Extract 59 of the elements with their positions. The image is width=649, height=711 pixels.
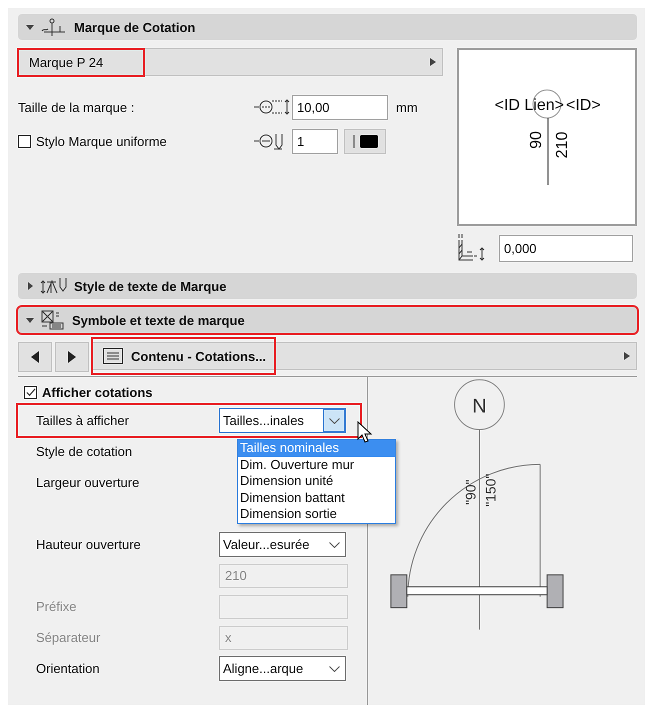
previous-button[interactable] bbox=[18, 342, 52, 372]
dropdown[interactable]: Tailles...inales bbox=[219, 408, 346, 433]
dropdown-option[interactable]: Dimension sortie bbox=[238, 506, 395, 522]
field-label: Séparateur bbox=[36, 630, 102, 645]
collapse-triangle-icon[interactable] bbox=[26, 316, 34, 324]
preview-text: 90 bbox=[528, 131, 545, 149]
left-arrow-icon bbox=[31, 351, 39, 363]
section-title: Style de texte de Marque bbox=[74, 278, 226, 294]
width-label: "90" bbox=[462, 480, 479, 505]
collapse-triangle-icon[interactable] bbox=[26, 23, 34, 31]
checkbox-label: Afficher cotations bbox=[42, 384, 153, 400]
dropdown[interactable]: Valeur...esurée bbox=[219, 532, 346, 557]
page-label: Contenu - Cotations... bbox=[131, 348, 266, 364]
section-title: Symbole et texte de marque bbox=[72, 312, 245, 328]
section-header[interactable]: Symbole et texte de marque bbox=[18, 307, 637, 333]
field-label: Tailles à afficher bbox=[36, 413, 130, 428]
symbol-text-icon bbox=[40, 310, 66, 330]
submenu-arrow-icon bbox=[624, 352, 630, 360]
pen-field[interactable]: 1 bbox=[292, 128, 338, 154]
submenu-arrow-icon bbox=[430, 58, 436, 66]
field-label: Hauteur ouverture bbox=[36, 537, 142, 552]
dropdown-option[interactable]: Dimension battant bbox=[238, 490, 395, 506]
text-style-icon bbox=[40, 277, 68, 295]
expand-triangle-icon[interactable] bbox=[26, 282, 34, 290]
field-label: Largeur ouverture bbox=[36, 475, 140, 490]
list-icon bbox=[103, 348, 123, 364]
field-label: Orientation bbox=[36, 661, 101, 676]
pen-color-swatch[interactable] bbox=[344, 128, 386, 154]
chevron-down-icon bbox=[328, 418, 340, 424]
north-label: N bbox=[472, 396, 487, 418]
field-label: Taille de la marque : bbox=[18, 100, 136, 114]
marker-icon bbox=[40, 18, 68, 36]
next-button[interactable] bbox=[55, 342, 89, 372]
marker-size-icon bbox=[254, 97, 292, 117]
size-field[interactable]: 10,00 bbox=[292, 94, 388, 120]
field-label: Préfixe bbox=[36, 599, 78, 614]
checkbox[interactable] bbox=[18, 134, 31, 148]
dropdown-option[interactable]: Dimension unité bbox=[238, 473, 395, 490]
preview-text: 210 bbox=[554, 132, 571, 158]
field-label: Style de cotation bbox=[36, 444, 134, 459]
offset-field[interactable]: 0,000 bbox=[499, 234, 633, 262]
unit-label: mm bbox=[396, 100, 418, 114]
preset-selector[interactable]: Marque P 24 bbox=[18, 48, 443, 76]
right-arrow-icon bbox=[68, 351, 76, 363]
section-header[interactable]: Marque de Cotation bbox=[18, 14, 637, 40]
dropdown[interactable]: Aligne...arque bbox=[219, 656, 346, 681]
chevron-down-icon bbox=[328, 542, 340, 548]
chevron-down-icon bbox=[328, 666, 340, 672]
section-title: Marque de Cotation bbox=[74, 20, 196, 34]
dropdown-option[interactable]: Dim. Ouverture mur bbox=[238, 456, 395, 473]
dropdown-arrow-button[interactable] bbox=[323, 409, 345, 432]
checkbox-label: Stylo Marque uniforme bbox=[36, 134, 167, 148]
preview-text: <ID Lien> bbox=[494, 97, 564, 114]
checkbox[interactable] bbox=[24, 386, 37, 398]
height-label: "150" bbox=[482, 474, 499, 507]
preset-label: Marque P 24 bbox=[19, 50, 144, 74]
section-header[interactable]: Style de texte de Marque bbox=[18, 273, 637, 299]
offset-icon bbox=[457, 234, 487, 262]
preview-text: <ID> bbox=[566, 97, 601, 114]
